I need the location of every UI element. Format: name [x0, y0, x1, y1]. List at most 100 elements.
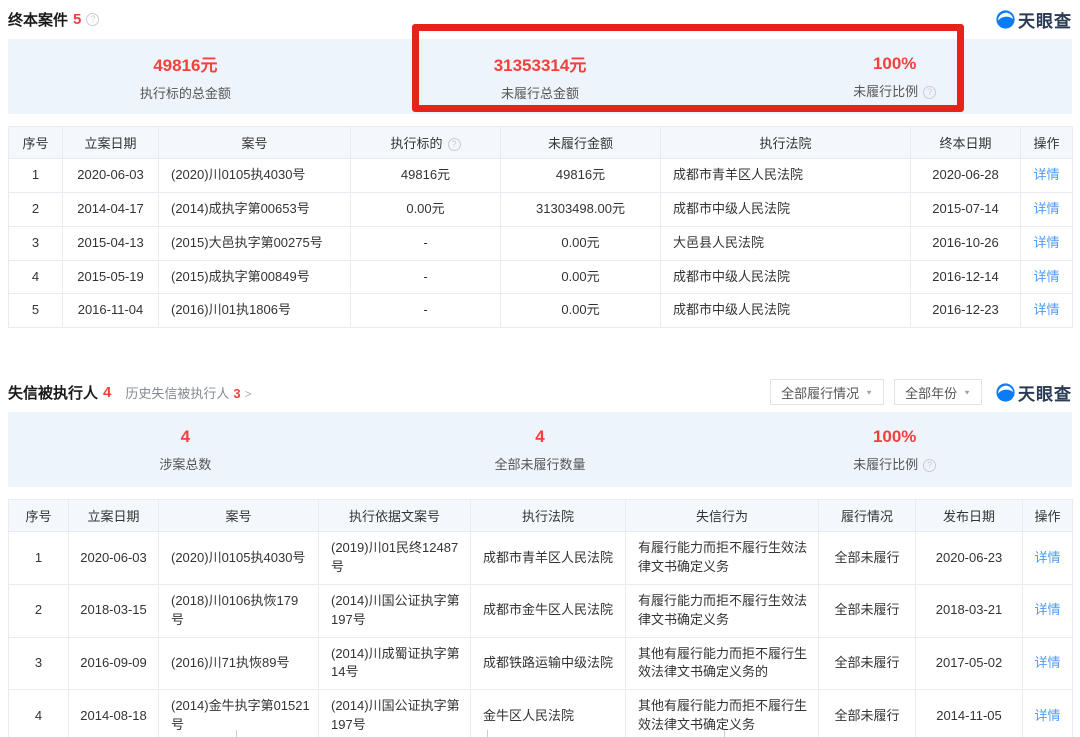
- table-cell: (2014)金牛执字第01521号: [159, 690, 319, 737]
- detail-link[interactable]: 详情: [1034, 655, 1060, 670]
- table-cell: 2015-07-14: [911, 192, 1021, 226]
- table-cell: 31303498.00元: [501, 192, 661, 226]
- tianyancha-logo: 天眼查: [996, 7, 1072, 32]
- column-header: 序号: [9, 127, 63, 159]
- table-row: 22014-04-17(2014)成执字第00653号0.00元31303498…: [9, 192, 1073, 226]
- detail-link[interactable]: 详情: [1033, 302, 1059, 317]
- section2-summary-bar: 4 涉案总数 4 全部未履行数量 100% 未履行比例?: [8, 412, 1072, 487]
- section1-header: 终本案件 5 ? 天眼查: [8, 8, 1072, 30]
- stat-all-unfulfilled-count: 4 全部未履行数量: [363, 427, 718, 473]
- table-cell: 49816元: [501, 159, 661, 193]
- column-header: 案号: [159, 500, 319, 532]
- table-cell: (2014)成执字第00653号: [159, 192, 351, 226]
- caret-down-icon: ▼: [963, 389, 971, 396]
- table-cell: 全部未履行: [819, 584, 916, 637]
- table-cell: 2014-11-05: [916, 690, 1023, 737]
- tianyancha-logo-text: 天眼查: [1018, 380, 1072, 405]
- stat-value: 49816元: [8, 51, 363, 76]
- table-cell: (2020)川0105执4030号: [159, 532, 319, 585]
- table-cell: (2014)川成蜀证执字第14号: [319, 637, 471, 690]
- table-cell: -: [351, 260, 501, 294]
- column-header-text: 未履行金额: [548, 136, 613, 151]
- table-cell: (2018)川0106执恢179号: [159, 584, 319, 637]
- table-cell: (2015)大邑执字第00275号: [159, 226, 351, 260]
- table-cell: 2014-04-17: [63, 192, 159, 226]
- table-row: 42014-08-18(2014)金牛执字第01521号(2014)川国公证执字…: [9, 690, 1073, 737]
- table-cell: (2016)川01执1806号: [159, 294, 351, 328]
- year-dropdown[interactable]: 全部年份 ▼: [894, 379, 982, 405]
- detail-link[interactable]: 详情: [1033, 269, 1059, 284]
- help-icon[interactable]: ?: [86, 13, 99, 26]
- table-cell: 2: [9, 584, 69, 637]
- detail-link[interactable]: 详情: [1033, 235, 1059, 250]
- help-icon[interactable]: ?: [448, 138, 461, 151]
- column-header: 执行标的?: [351, 127, 501, 159]
- tianyancha-logo-icon: [996, 10, 1015, 29]
- column-header: 执行法院: [471, 500, 626, 532]
- fulfillment-status-dropdown[interactable]: 全部履行情况 ▼: [770, 379, 884, 405]
- stat-label: 未履行比例?: [717, 81, 1072, 100]
- action-cell: 详情: [1023, 532, 1073, 585]
- action-cell: 详情: [1023, 584, 1073, 637]
- action-cell: 详情: [1023, 690, 1073, 737]
- table-cell: 4: [9, 260, 63, 294]
- detail-link[interactable]: 详情: [1034, 550, 1060, 565]
- section2-count-badge: 4: [103, 384, 111, 401]
- stat-label-text: 未履行比例: [853, 84, 918, 99]
- column-header: 发布日期: [916, 500, 1023, 532]
- column-header-text: 执行法院: [759, 136, 811, 151]
- column-header: 执行法院: [661, 127, 911, 159]
- column-header-text: 案号: [241, 136, 267, 151]
- history-link-text: 历史失信被执行人: [125, 386, 229, 401]
- help-icon[interactable]: ?: [923, 86, 936, 99]
- detail-link[interactable]: 详情: [1034, 602, 1060, 617]
- table-cell: (2014)川国公证执字第197号: [319, 584, 471, 637]
- table-cell: 金牛区人民法院: [471, 690, 626, 737]
- table-cell: 成都市中级人民法院: [661, 294, 911, 328]
- action-cell: 详情: [1021, 159, 1073, 193]
- column-header-text: 执行依据文案号: [349, 509, 440, 524]
- table-cell: -: [351, 226, 501, 260]
- detail-link[interactable]: 详情: [1033, 201, 1059, 216]
- help-icon[interactable]: ?: [923, 459, 936, 472]
- column-header-text: 执行法院: [522, 509, 574, 524]
- table-cell: 0.00元: [501, 294, 661, 328]
- history-count-badge: 3: [233, 386, 240, 401]
- column-header: 案号: [159, 127, 351, 159]
- stat-value: 4: [363, 427, 718, 447]
- table-cell: 0.00元: [351, 192, 501, 226]
- table-cell: (2020)川0105执4030号: [159, 159, 351, 193]
- table-cell: 其他有履行能力而拒不履行生效法律文书确定义务的: [626, 637, 819, 690]
- detail-link[interactable]: 详情: [1034, 708, 1060, 723]
- detail-link[interactable]: 详情: [1033, 167, 1059, 182]
- table-cell: 1: [9, 159, 63, 193]
- stat-label: 未履行比例?: [717, 454, 1072, 473]
- tianyancha-logo: 天眼查: [996, 380, 1072, 405]
- divider-mark: [487, 730, 488, 737]
- table-cell: 2020-06-23: [916, 532, 1023, 585]
- table-cell: 全部未履行: [819, 690, 916, 737]
- table-header-row: 序号立案日期案号执行依据文案号执行法院失信行为履行情况发布日期操作: [9, 500, 1073, 532]
- table-cell: 2016-10-26: [911, 226, 1021, 260]
- table-cell: 成都市青羊区人民法院: [471, 532, 626, 585]
- table-cell: 3: [9, 637, 69, 690]
- table-cell: 成都市青羊区人民法院: [661, 159, 911, 193]
- action-cell: 详情: [1021, 260, 1073, 294]
- history-dishonest-link[interactable]: 历史失信被执行人3>: [125, 383, 251, 402]
- table-cell: 2014-08-18: [69, 690, 159, 737]
- tianyancha-logo-icon: [996, 383, 1015, 402]
- table-cell: 2020-06-28: [911, 159, 1021, 193]
- table-cell: 其他有履行能力而拒不履行生效法律文书确定义务: [626, 690, 819, 737]
- table-cell: 2016-11-04: [63, 294, 159, 328]
- table-row: 22018-03-15(2018)川0106执恢179号(2014)川国公证执字…: [9, 584, 1073, 637]
- column-header: 失信行为: [626, 500, 819, 532]
- column-header-text: 失信行为: [696, 509, 748, 524]
- table-cell: (2016)川71执恢89号: [159, 637, 319, 690]
- dropdown-label: 全部履行情况: [781, 383, 859, 402]
- stat-value: 100%: [717, 54, 1072, 74]
- column-header: 序号: [9, 500, 69, 532]
- column-header: 终本日期: [911, 127, 1021, 159]
- column-header: 操作: [1023, 500, 1073, 532]
- table-cell: 5: [9, 294, 63, 328]
- table-cell: 成都市金牛区人民法院: [471, 584, 626, 637]
